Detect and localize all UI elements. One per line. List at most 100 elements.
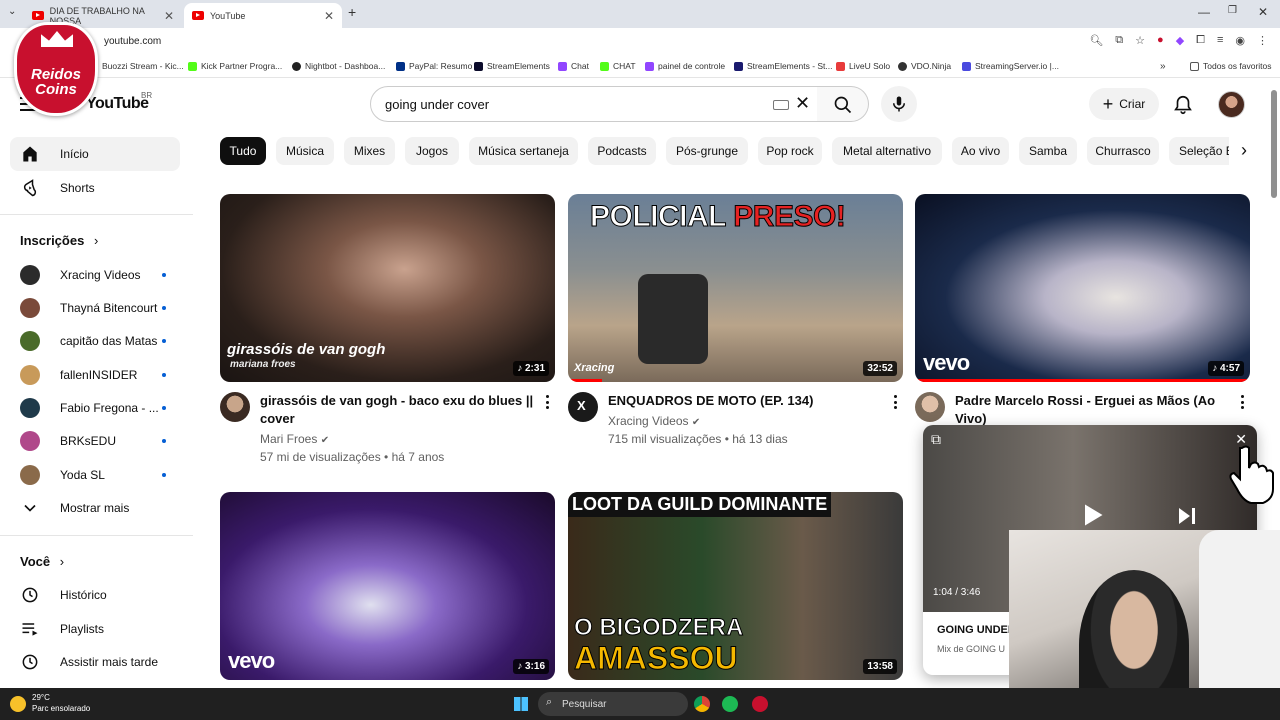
chip-musica[interactable]: Música bbox=[276, 137, 334, 165]
channel-name[interactable]: Mari Froes ✔ bbox=[260, 430, 329, 450]
account-avatar[interactable] bbox=[1218, 91, 1245, 118]
sidebar-item-subscription[interactable]: Yoda SL bbox=[10, 458, 180, 492]
you-heading[interactable]: Você › bbox=[20, 554, 64, 569]
sidebar-item-subscription[interactable]: Xracing Videos bbox=[10, 258, 180, 292]
create-button[interactable]: + Criar bbox=[1089, 88, 1159, 120]
streamingserver-icon bbox=[962, 61, 971, 71]
sidebar-item-subscription[interactable]: capitão das Matas bbox=[10, 324, 180, 358]
bookmark-item[interactable]: painel de controle bbox=[645, 61, 725, 71]
chip-metal-alternativo[interactable]: Metal alternativo bbox=[832, 137, 942, 165]
keyboard-icon[interactable] bbox=[773, 100, 789, 110]
chip-pos-grunge[interactable]: Pós-grunge bbox=[666, 137, 748, 165]
all-bookmarks-folder[interactable]: Todos os favoritos bbox=[1190, 61, 1272, 71]
close-tab-icon[interactable]: ✕ bbox=[324, 9, 334, 23]
youtube-logo[interactable]: YouTube bbox=[86, 95, 149, 113]
sidebar-item-subscription[interactable]: Fabio Fregona - ... bbox=[10, 391, 180, 425]
tab-youtube[interactable]: YouTube ✕ bbox=[184, 3, 342, 28]
chip-mixes[interactable]: Mixes bbox=[344, 137, 395, 165]
weather-widget[interactable]: 29°C Parc ensolarado bbox=[10, 692, 90, 714]
play-icon[interactable] bbox=[1078, 501, 1106, 529]
extensions-puzzle-icon[interactable]: ⧠ bbox=[1196, 34, 1205, 47]
subscriptions-heading[interactable]: Inscrições › bbox=[20, 233, 98, 248]
sidebar-item-inicio[interactable]: Início bbox=[10, 137, 180, 171]
video-title[interactable]: Padre Marcelo Rossi - Erguei as Mãos (Ao… bbox=[955, 392, 1235, 428]
browser-menu-icon[interactable]: ⋮ bbox=[1257, 34, 1268, 47]
notifications-bell-icon[interactable] bbox=[1172, 94, 1194, 116]
bookmark-item[interactable]: StreamElements bbox=[474, 61, 550, 71]
channel-avatar[interactable] bbox=[915, 392, 945, 422]
next-track-icon[interactable] bbox=[1175, 504, 1199, 528]
video-menu-icon[interactable] bbox=[546, 395, 550, 411]
new-tab-button[interactable]: + bbox=[348, 4, 356, 20]
chip-tudo[interactable]: Tudo bbox=[220, 137, 266, 165]
video-title[interactable]: ENQUADROS DE MOTO (EP. 134) bbox=[608, 392, 888, 410]
bookmark-item[interactable]: Kick Partner Progra... bbox=[188, 61, 282, 71]
bookmark-item[interactable]: CHAT bbox=[600, 61, 636, 71]
more-bookmarks-icon[interactable]: » bbox=[1160, 61, 1166, 72]
bookmark-item[interactable]: StreamingServer.io |... bbox=[962, 61, 1059, 71]
bookmark-item[interactable]: Nightbot - Dashboa... bbox=[292, 61, 385, 71]
media-control-icon[interactable]: ≡ bbox=[1217, 34, 1223, 47]
search-input[interactable]: going under cover ✕ bbox=[370, 86, 818, 122]
bookmark-label: Todos os favoritos bbox=[1203, 61, 1272, 71]
sidebar-item-subscription[interactable]: fallenINSIDER bbox=[10, 358, 180, 392]
bookmark-star-icon[interactable]: ☆ bbox=[1135, 34, 1145, 47]
chip-jogos[interactable]: Jogos bbox=[405, 137, 459, 165]
chip-pop-rock[interactable]: Pop rock bbox=[758, 137, 822, 165]
channel-avatar[interactable]: X bbox=[568, 392, 598, 422]
windows-start-icon[interactable] bbox=[514, 697, 528, 711]
chips-next-button[interactable]: › bbox=[1229, 137, 1259, 165]
bookmark-item[interactable]: Chat bbox=[558, 61, 589, 71]
extension-red-icon[interactable]: ● bbox=[1157, 34, 1164, 47]
mini-player-title[interactable]: GOING UNDER bbox=[937, 624, 1016, 636]
bookmark-item[interactable]: Buozzi Stream - Kic... bbox=[102, 61, 184, 71]
bookmark-item[interactable]: PayPal: Resumo bbox=[396, 61, 472, 71]
profile-avatar-icon[interactable]: ◉ bbox=[1235, 34, 1245, 47]
channel-name[interactable]: Xracing Videos ✔ bbox=[608, 412, 700, 432]
tab-list-chevron-icon[interactable]: ⌄ bbox=[8, 6, 16, 17]
taskbar-search[interactable]: ⌕ Pesquisar bbox=[538, 692, 688, 716]
sidebar-item-watch-later[interactable]: Assistir mais tarde bbox=[10, 645, 180, 679]
video-menu-icon[interactable] bbox=[1241, 395, 1245, 411]
chip-musica-sertaneja[interactable]: Música sertaneja bbox=[469, 137, 578, 165]
spotify-taskbar-icon[interactable] bbox=[722, 696, 738, 712]
video-thumbnail[interactable]: LOOT DA GUILD DOMINANTE O BIGODZERA AMAS… bbox=[568, 492, 903, 680]
restore-button[interactable]: ❐ bbox=[1228, 5, 1237, 16]
video-thumbnail[interactable]: POLICIAL PRESO! Xracing 32:52 bbox=[568, 194, 903, 382]
bookmark-item[interactable]: StreamElements - St... bbox=[734, 61, 833, 71]
video-thumbnail[interactable]: girassóis de van gogh mariana froes ♪ 2:… bbox=[220, 194, 555, 382]
chrome-taskbar-icon[interactable] bbox=[694, 696, 710, 712]
sidebar-item-subscription[interactable]: Thayná Bitencourt bbox=[10, 291, 180, 325]
install-app-icon[interactable]: ⧉ bbox=[1115, 34, 1123, 47]
close-window-button[interactable]: ✕ bbox=[1258, 5, 1268, 19]
sidebar-item-historico[interactable]: Histórico bbox=[10, 578, 180, 612]
video-title[interactable]: girassóis de van gogh - baco exu do blue… bbox=[260, 392, 540, 428]
chip-churrasco[interactable]: Churrasco bbox=[1087, 137, 1159, 165]
page-scrollbar[interactable] bbox=[1271, 90, 1277, 198]
chip-podcasts[interactable]: Podcasts bbox=[588, 137, 656, 165]
expand-player-icon[interactable]: ⧉ bbox=[931, 431, 941, 448]
bookmark-item[interactable]: LiveU Solo bbox=[836, 61, 890, 71]
zoom-icon[interactable]: 🔍︎ bbox=[1089, 34, 1103, 47]
channel-avatar[interactable] bbox=[220, 392, 250, 422]
video-thumbnail[interactable]: vevo ♪ 4:57 bbox=[915, 194, 1250, 382]
sidebar-show-more[interactable]: Mostrar mais bbox=[10, 491, 180, 525]
nightbot-icon bbox=[292, 61, 301, 71]
url-field[interactable]: youtube.com bbox=[104, 36, 161, 47]
search-button[interactable] bbox=[817, 86, 869, 122]
video-menu-icon[interactable] bbox=[894, 395, 898, 411]
clear-search-icon[interactable]: ✕ bbox=[795, 93, 810, 114]
sidebar-item-playlists[interactable]: Playlists bbox=[10, 612, 180, 646]
extension-purple-icon[interactable]: ◆ bbox=[1176, 34, 1184, 47]
app-taskbar-icon[interactable] bbox=[752, 696, 768, 712]
chip-selecao-br[interactable]: Seleção Br bbox=[1169, 137, 1229, 165]
chip-ao-vivo[interactable]: Ao vivo bbox=[952, 137, 1009, 165]
close-tab-icon[interactable]: ✕ bbox=[164, 9, 174, 23]
minimize-button[interactable]: — bbox=[1198, 5, 1210, 19]
bookmark-item[interactable]: VDO.Ninja bbox=[898, 61, 951, 71]
sidebar-item-subscription[interactable]: BRKsEDU bbox=[10, 424, 180, 458]
video-thumbnail[interactable]: vevo ♪ 3:16 bbox=[220, 492, 555, 680]
chip-samba[interactable]: Samba bbox=[1019, 137, 1077, 165]
voice-search-button[interactable] bbox=[881, 86, 917, 122]
sidebar-item-shorts[interactable]: Shorts bbox=[10, 171, 180, 205]
